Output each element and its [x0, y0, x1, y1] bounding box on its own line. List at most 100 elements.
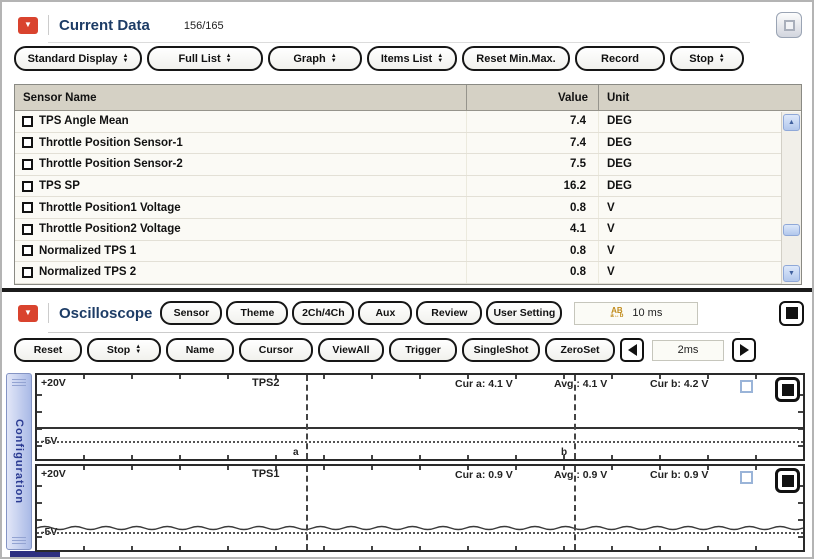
panel-divider: [2, 288, 812, 292]
tick-marks: [37, 546, 803, 550]
oscilloscope-toolbar-separator: [48, 332, 740, 333]
current-data-title: Current Data: [59, 17, 150, 34]
oscilloscope-title: Oscilloscope: [59, 305, 152, 322]
spinner-icon: ▲▼: [331, 54, 337, 64]
standard-display-select[interactable]: Standard Display ▲▼: [14, 46, 142, 71]
column-header-unit[interactable]: Unit: [599, 92, 801, 104]
row-checkbox[interactable]: [22, 202, 33, 213]
view-all-button[interactable]: ViewAll: [318, 338, 384, 362]
oscilloscope-header: ▼ Oscilloscope Sensor Theme 2Ch/4Ch Aux …: [2, 296, 812, 330]
chevron-down-icon: ▼: [788, 270, 795, 277]
review-button[interactable]: Review: [416, 301, 482, 325]
graph-label: Graph: [293, 53, 325, 65]
sensor-unit: V: [599, 202, 801, 214]
reset-min-max-label: Reset Min.Max.: [476, 53, 555, 65]
configuration-tab[interactable]: Configuration: [6, 373, 32, 550]
stop-select[interactable]: Stop ▲▼: [670, 46, 744, 71]
oscilloscope-channel-1[interactable]: +20V -5V TPS2 a b Cur a: 4.1 V Avg : 4.1…: [35, 373, 805, 461]
sensor-unit: DEG: [599, 180, 801, 192]
sensor-name: Throttle Position1 Voltage: [39, 202, 181, 214]
table-scrollbar[interactable]: ▲ ▼: [781, 112, 801, 284]
channel-mode-button[interactable]: 2Ch/4Ch: [292, 301, 354, 325]
sensor-unit: DEG: [599, 137, 801, 149]
current-data-header: ▼ Current Data 156/165: [2, 10, 812, 40]
cursor-b-label: b: [561, 447, 567, 458]
theme-button[interactable]: Theme: [226, 301, 288, 325]
stop-icon: [786, 307, 798, 319]
column-header-sensor-name[interactable]: Sensor Name: [15, 85, 467, 110]
row-checkbox[interactable]: [22, 181, 33, 192]
channel-display-button[interactable]: [775, 468, 800, 493]
table-row[interactable]: TPS SP 16.2 DEG: [15, 176, 801, 198]
reset-min-max-button[interactable]: Reset Min.Max.: [462, 46, 570, 71]
item-counter: 156/165: [184, 20, 224, 32]
grip-icon: [12, 537, 26, 544]
timebase-prev-button[interactable]: [620, 338, 644, 362]
oscilloscope-collapse-button[interactable]: ▼: [18, 305, 38, 322]
channel-checkbox[interactable]: [740, 380, 753, 393]
user-setting-button[interactable]: User Setting: [486, 301, 562, 325]
full-list-select[interactable]: Full List ▲▼: [147, 46, 263, 71]
average-value: Avg : 4.1 V: [554, 378, 607, 390]
table-row[interactable]: Normalized TPS 2 0.8 V: [15, 262, 801, 284]
scroll-down-button[interactable]: ▼: [783, 265, 800, 282]
maximize-panel-button[interactable]: [776, 12, 802, 38]
oscilloscope-channel-2[interactable]: +20V -5V TPS1 Cur a: 0.9 V Avg : 0.9 V C…: [35, 464, 805, 552]
ab-cursor-icon: AB a↔b: [610, 307, 623, 319]
cursor-button[interactable]: Cursor: [239, 338, 313, 362]
table-row[interactable]: Throttle Position1 Voltage 0.8 V: [15, 197, 801, 219]
table-row[interactable]: TPS Angle Mean 7.4 DEG: [15, 111, 801, 133]
chevron-up-icon: ▲: [788, 119, 795, 126]
zero-set-button[interactable]: ZeroSet: [545, 338, 615, 362]
sensor-name: Throttle Position Sensor-2: [39, 158, 183, 170]
row-checkbox[interactable]: [22, 116, 33, 127]
header-separator: [48, 42, 750, 43]
sample-time-value: 10 ms: [632, 307, 662, 319]
trigger-button[interactable]: Trigger: [389, 338, 457, 362]
channel-display-button[interactable]: [775, 377, 800, 402]
timebase-next-button[interactable]: [732, 338, 756, 362]
table-row[interactable]: Throttle Position Sensor-2 7.5 DEG: [15, 154, 801, 176]
diagnostic-app-window: ▼ Current Data 156/165 Standard Display …: [0, 0, 814, 559]
stop-icon: [782, 384, 794, 396]
sensor-table-header: Sensor Name Value Unit: [15, 85, 801, 111]
name-button[interactable]: Name: [166, 338, 234, 362]
osc-stop-select[interactable]: Stop ▲▼: [87, 338, 161, 362]
items-list-select[interactable]: Items List ▲▼: [367, 46, 457, 71]
single-shot-button[interactable]: SingleShot: [462, 338, 540, 362]
current-data-collapse-button[interactable]: ▼: [18, 17, 38, 34]
scrollbar-thumb[interactable]: [783, 224, 800, 236]
sensor-button[interactable]: Sensor: [160, 301, 222, 325]
row-checkbox[interactable]: [22, 224, 33, 235]
items-list-label: Items List: [381, 53, 432, 65]
reset-button[interactable]: Reset: [14, 338, 82, 362]
table-row[interactable]: Normalized TPS 1 0.8 V: [15, 241, 801, 263]
oscilloscope-toolbar-bottom: Reset Stop ▲▼ Name Cursor ViewAll Trigge…: [14, 336, 756, 364]
aux-button[interactable]: Aux: [358, 301, 412, 325]
sample-time-display: AB a↔b 10 ms: [574, 302, 698, 325]
standard-display-label: Standard Display: [28, 53, 118, 65]
row-checkbox[interactable]: [22, 245, 33, 256]
arrow-left-icon: [628, 344, 637, 356]
current-data-toolbar: Standard Display ▲▼ Full List ▲▼ Graph ▲…: [14, 46, 744, 72]
table-row[interactable]: Throttle Position Sensor-1 7.4 DEG: [15, 133, 801, 155]
spinner-icon: ▲▼: [719, 54, 725, 64]
row-checkbox[interactable]: [22, 159, 33, 170]
timebase-display: 2ms: [652, 340, 724, 361]
arrow-right-icon: [740, 344, 749, 356]
cursor-a-line[interactable]: [306, 375, 308, 459]
cursor-a-line[interactable]: [306, 466, 308, 550]
row-checkbox[interactable]: [22, 137, 33, 148]
channel-checkbox[interactable]: [740, 471, 753, 484]
sensor-unit: DEG: [599, 115, 801, 127]
column-header-value[interactable]: Value: [467, 85, 599, 110]
sensor-value: 0.8: [467, 197, 599, 218]
sensor-unit: V: [599, 245, 801, 257]
table-row[interactable]: Throttle Position2 Voltage 4.1 V: [15, 219, 801, 241]
cursor-a-value: Cur a: 0.9 V: [455, 469, 513, 481]
record-button[interactable]: Record: [575, 46, 665, 71]
scroll-up-button[interactable]: ▲: [783, 114, 800, 131]
graph-select[interactable]: Graph ▲▼: [268, 46, 362, 71]
oscilloscope-display-button[interactable]: [779, 301, 804, 326]
row-checkbox[interactable]: [22, 267, 33, 278]
